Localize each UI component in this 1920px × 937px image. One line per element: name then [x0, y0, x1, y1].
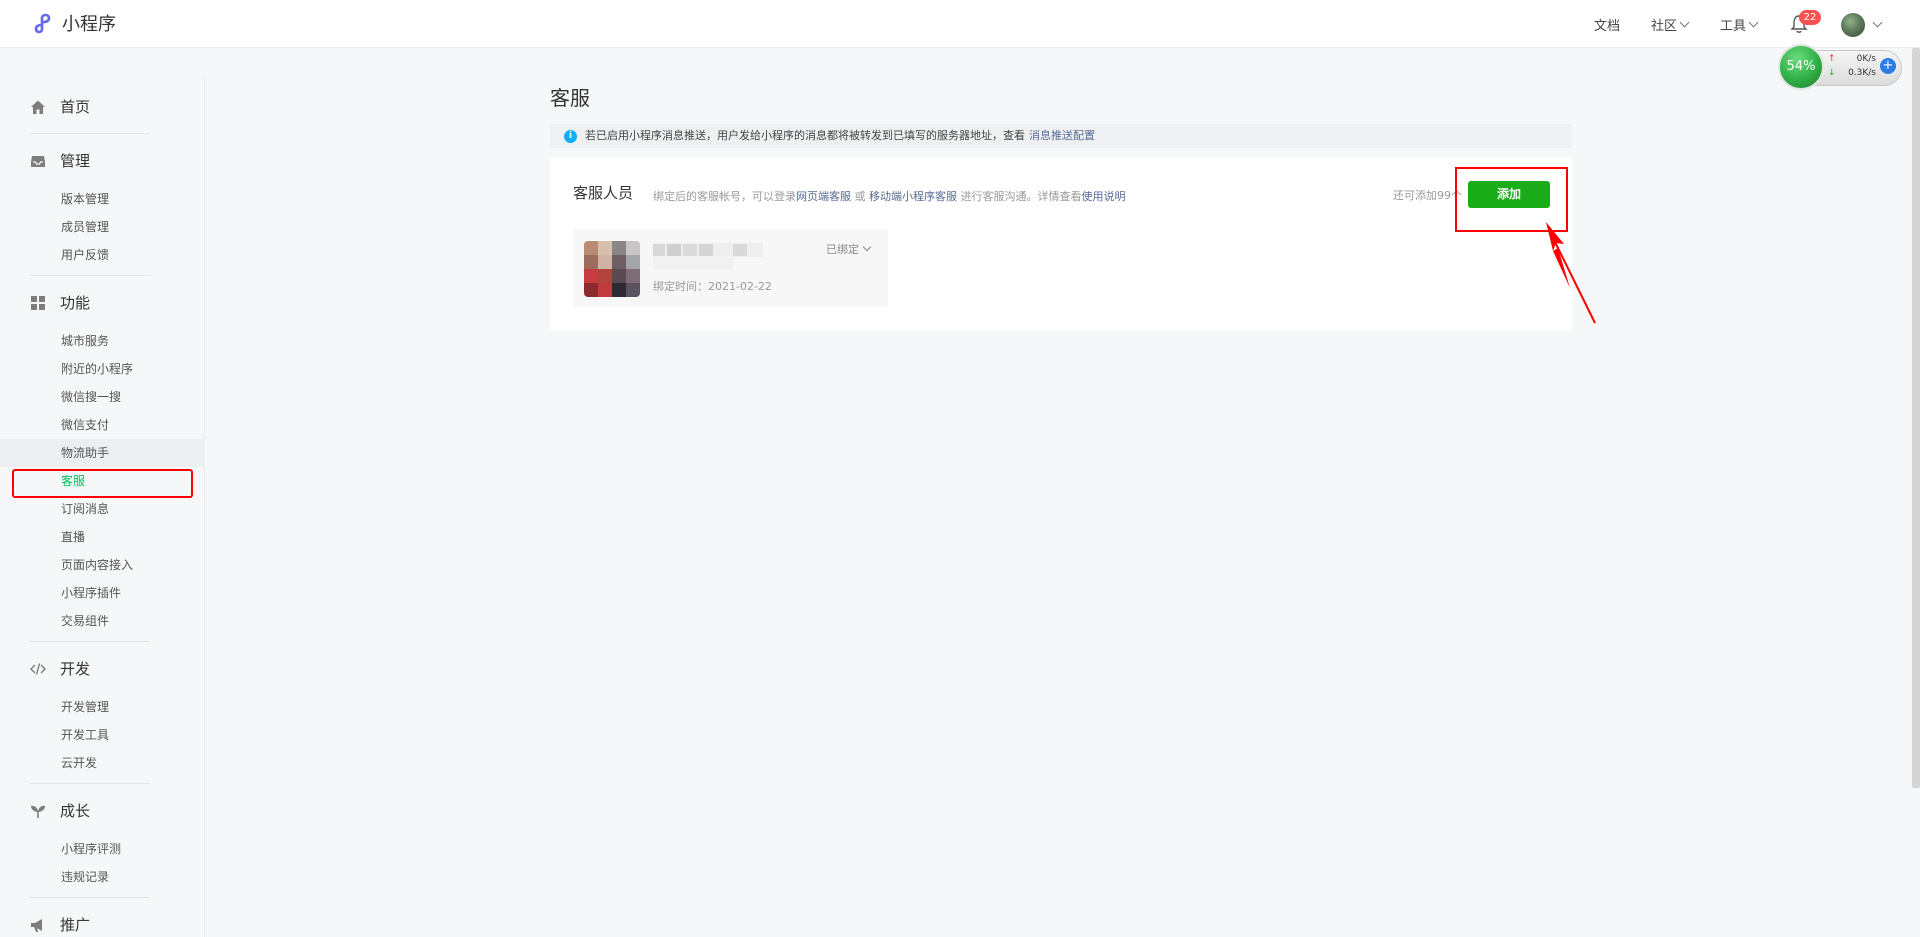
sidebar-group-growth[interactable]: 成长: [30, 800, 90, 821]
sidebar-group-label: 功能: [60, 294, 91, 312]
nav-docs[interactable]: 文档: [1594, 15, 1620, 34]
divider: [30, 783, 150, 784]
web-cs-link[interactable]: 网页端客服: [796, 190, 851, 203]
code-icon: [30, 662, 46, 675]
sidebar-item-trade-component[interactable]: 交易组件: [0, 607, 205, 635]
divider: [30, 897, 150, 898]
sidebar-item-cloud-dev[interactable]: 云开发: [0, 749, 205, 777]
megaphone-icon: [31, 918, 42, 932]
miniprogram-logo-icon: [34, 13, 51, 34]
sidebar-group-label: 首页: [60, 98, 91, 116]
speed-percent: 54%: [1778, 44, 1824, 90]
nav-tools-label: 工具: [1720, 19, 1747, 34]
brand[interactable]: 小程序: [30, 10, 116, 36]
usage-guide-link[interactable]: 使用说明: [1082, 190, 1126, 203]
sidebar-item-page-content[interactable]: 页面内容接入: [0, 551, 205, 579]
desc-text: 或: [851, 190, 869, 203]
nav-community-label: 社区: [1651, 19, 1678, 34]
sidebar-group-manage[interactable]: 管理: [30, 150, 90, 171]
upload-speed: 0K/s: [1856, 54, 1876, 64]
sidebar-group-promote[interactable]: 推广: [30, 914, 90, 935]
network-speed-widget[interactable]: 54% ↑ 0K/s ↓ 0.3K/s +: [1778, 44, 1902, 90]
annotation-arrow-icon: [1546, 222, 1596, 324]
chevron-down-icon: [862, 242, 872, 252]
sidebar-item-member-manage[interactable]: 成员管理: [0, 213, 205, 241]
chevron-down-icon: [1748, 17, 1759, 28]
bind-status-dropdown[interactable]: 已绑定: [826, 241, 872, 257]
bind-status-label: 已绑定: [826, 243, 859, 256]
sidebar-item-evaluation[interactable]: 小程序评测: [0, 835, 205, 863]
home-icon: [31, 100, 45, 114]
chevron-down-icon[interactable]: [1872, 17, 1883, 28]
sidebar-group-label: 推广: [60, 916, 91, 934]
plus-icon[interactable]: +: [1880, 58, 1896, 74]
sprout-icon: [31, 805, 45, 818]
member-card[interactable]: 已绑定 绑定时间：2021-02-22: [573, 229, 888, 307]
notification-badge: 22: [1799, 10, 1821, 25]
info-tip-bar: i 若已启用小程序消息推送，用户发给小程序的消息都将被转发到已填写的服务器地址，…: [550, 124, 1572, 148]
sidebar-item-live[interactable]: 直播: [0, 523, 205, 551]
message-push-config-link[interactable]: 消息推送配置: [1029, 124, 1095, 148]
divider: [30, 275, 150, 276]
tip-text: 若已启用小程序消息推送，用户发给小程序的消息都将被转发到已填写的服务器地址，查看: [585, 129, 1025, 142]
card-title: 客服人员: [573, 184, 634, 202]
top-bar: 小程序 文档 社区 工具 22: [0, 0, 1920, 48]
page-scrollbar[interactable]: [1912, 48, 1920, 788]
sidebar-group-features[interactable]: 功能: [30, 292, 90, 313]
sidebar-group-label: 成长: [60, 802, 91, 820]
info-icon: i: [564, 129, 577, 143]
brand-name: 小程序: [62, 14, 116, 35]
page-title: 客服: [550, 86, 590, 110]
sidebar-item-dev-manage[interactable]: 开发管理: [0, 693, 205, 721]
sidebar-item-dev-tools[interactable]: 开发工具: [0, 721, 205, 749]
nav-tools[interactable]: 工具: [1720, 15, 1759, 34]
mobile-cs-link[interactable]: 移动端小程序客服: [869, 190, 957, 203]
divider: [30, 641, 150, 642]
sidebar: 首页 管理 版本管理 成员管理 用户反馈 功能 城市服务 附近的小程序 微信搜一…: [0, 78, 205, 937]
bind-time: 绑定时间：2021-02-22: [653, 280, 772, 293]
sidebar-item-logistics[interactable]: 物流助手: [0, 439, 205, 467]
nav-docs-label: 文档: [1594, 19, 1621, 34]
quota-text: 还可添加99个: [1393, 189, 1462, 202]
member-avatar: [584, 241, 640, 297]
annotation-highlight-box: [12, 469, 193, 498]
desc-text: 绑定后的客服帐号，可以登录: [653, 190, 796, 203]
member-name-blurred: [653, 243, 763, 270]
download-speed: 0.3K/s: [1848, 68, 1876, 78]
sidebar-group-label: 管理: [60, 152, 91, 170]
sidebar-item-violation[interactable]: 违规记录: [0, 863, 205, 891]
divider: [30, 133, 150, 134]
inbox-icon: [31, 155, 45, 167]
sidebar-item-subscribe-msg[interactable]: 订阅消息: [0, 495, 205, 523]
sidebar-item-wechat-search[interactable]: 微信搜一搜: [0, 383, 205, 411]
sidebar-item-version-manage[interactable]: 版本管理: [0, 185, 205, 213]
sidebar-group-develop[interactable]: 开发: [30, 658, 90, 679]
sidebar-item-nearby[interactable]: 附近的小程序: [0, 355, 205, 383]
nav-community[interactable]: 社区: [1651, 15, 1690, 34]
sidebar-group-home[interactable]: 首页: [30, 96, 90, 117]
avatar[interactable]: [1841, 13, 1865, 37]
sidebar-item-user-feedback[interactable]: 用户反馈: [0, 241, 205, 269]
card-description: 绑定后的客服帐号，可以登录网页端客服 或 移动端小程序客服 进行客服沟通。详情查…: [653, 188, 1126, 204]
sidebar-item-wechat-pay[interactable]: 微信支付: [0, 411, 205, 439]
grid-icon: [31, 295, 45, 310]
customer-service-card: 客服人员 绑定后的客服帐号，可以登录网页端客服 或 移动端小程序客服 进行客服沟…: [550, 157, 1572, 331]
sidebar-item-plugin[interactable]: 小程序插件: [0, 579, 205, 607]
sidebar-group-label: 开发: [60, 660, 91, 678]
chevron-down-icon: [1679, 17, 1690, 28]
desc-text: 进行客服沟通。详情查看: [957, 190, 1082, 203]
sidebar-item-city-service[interactable]: 城市服务: [0, 327, 205, 355]
